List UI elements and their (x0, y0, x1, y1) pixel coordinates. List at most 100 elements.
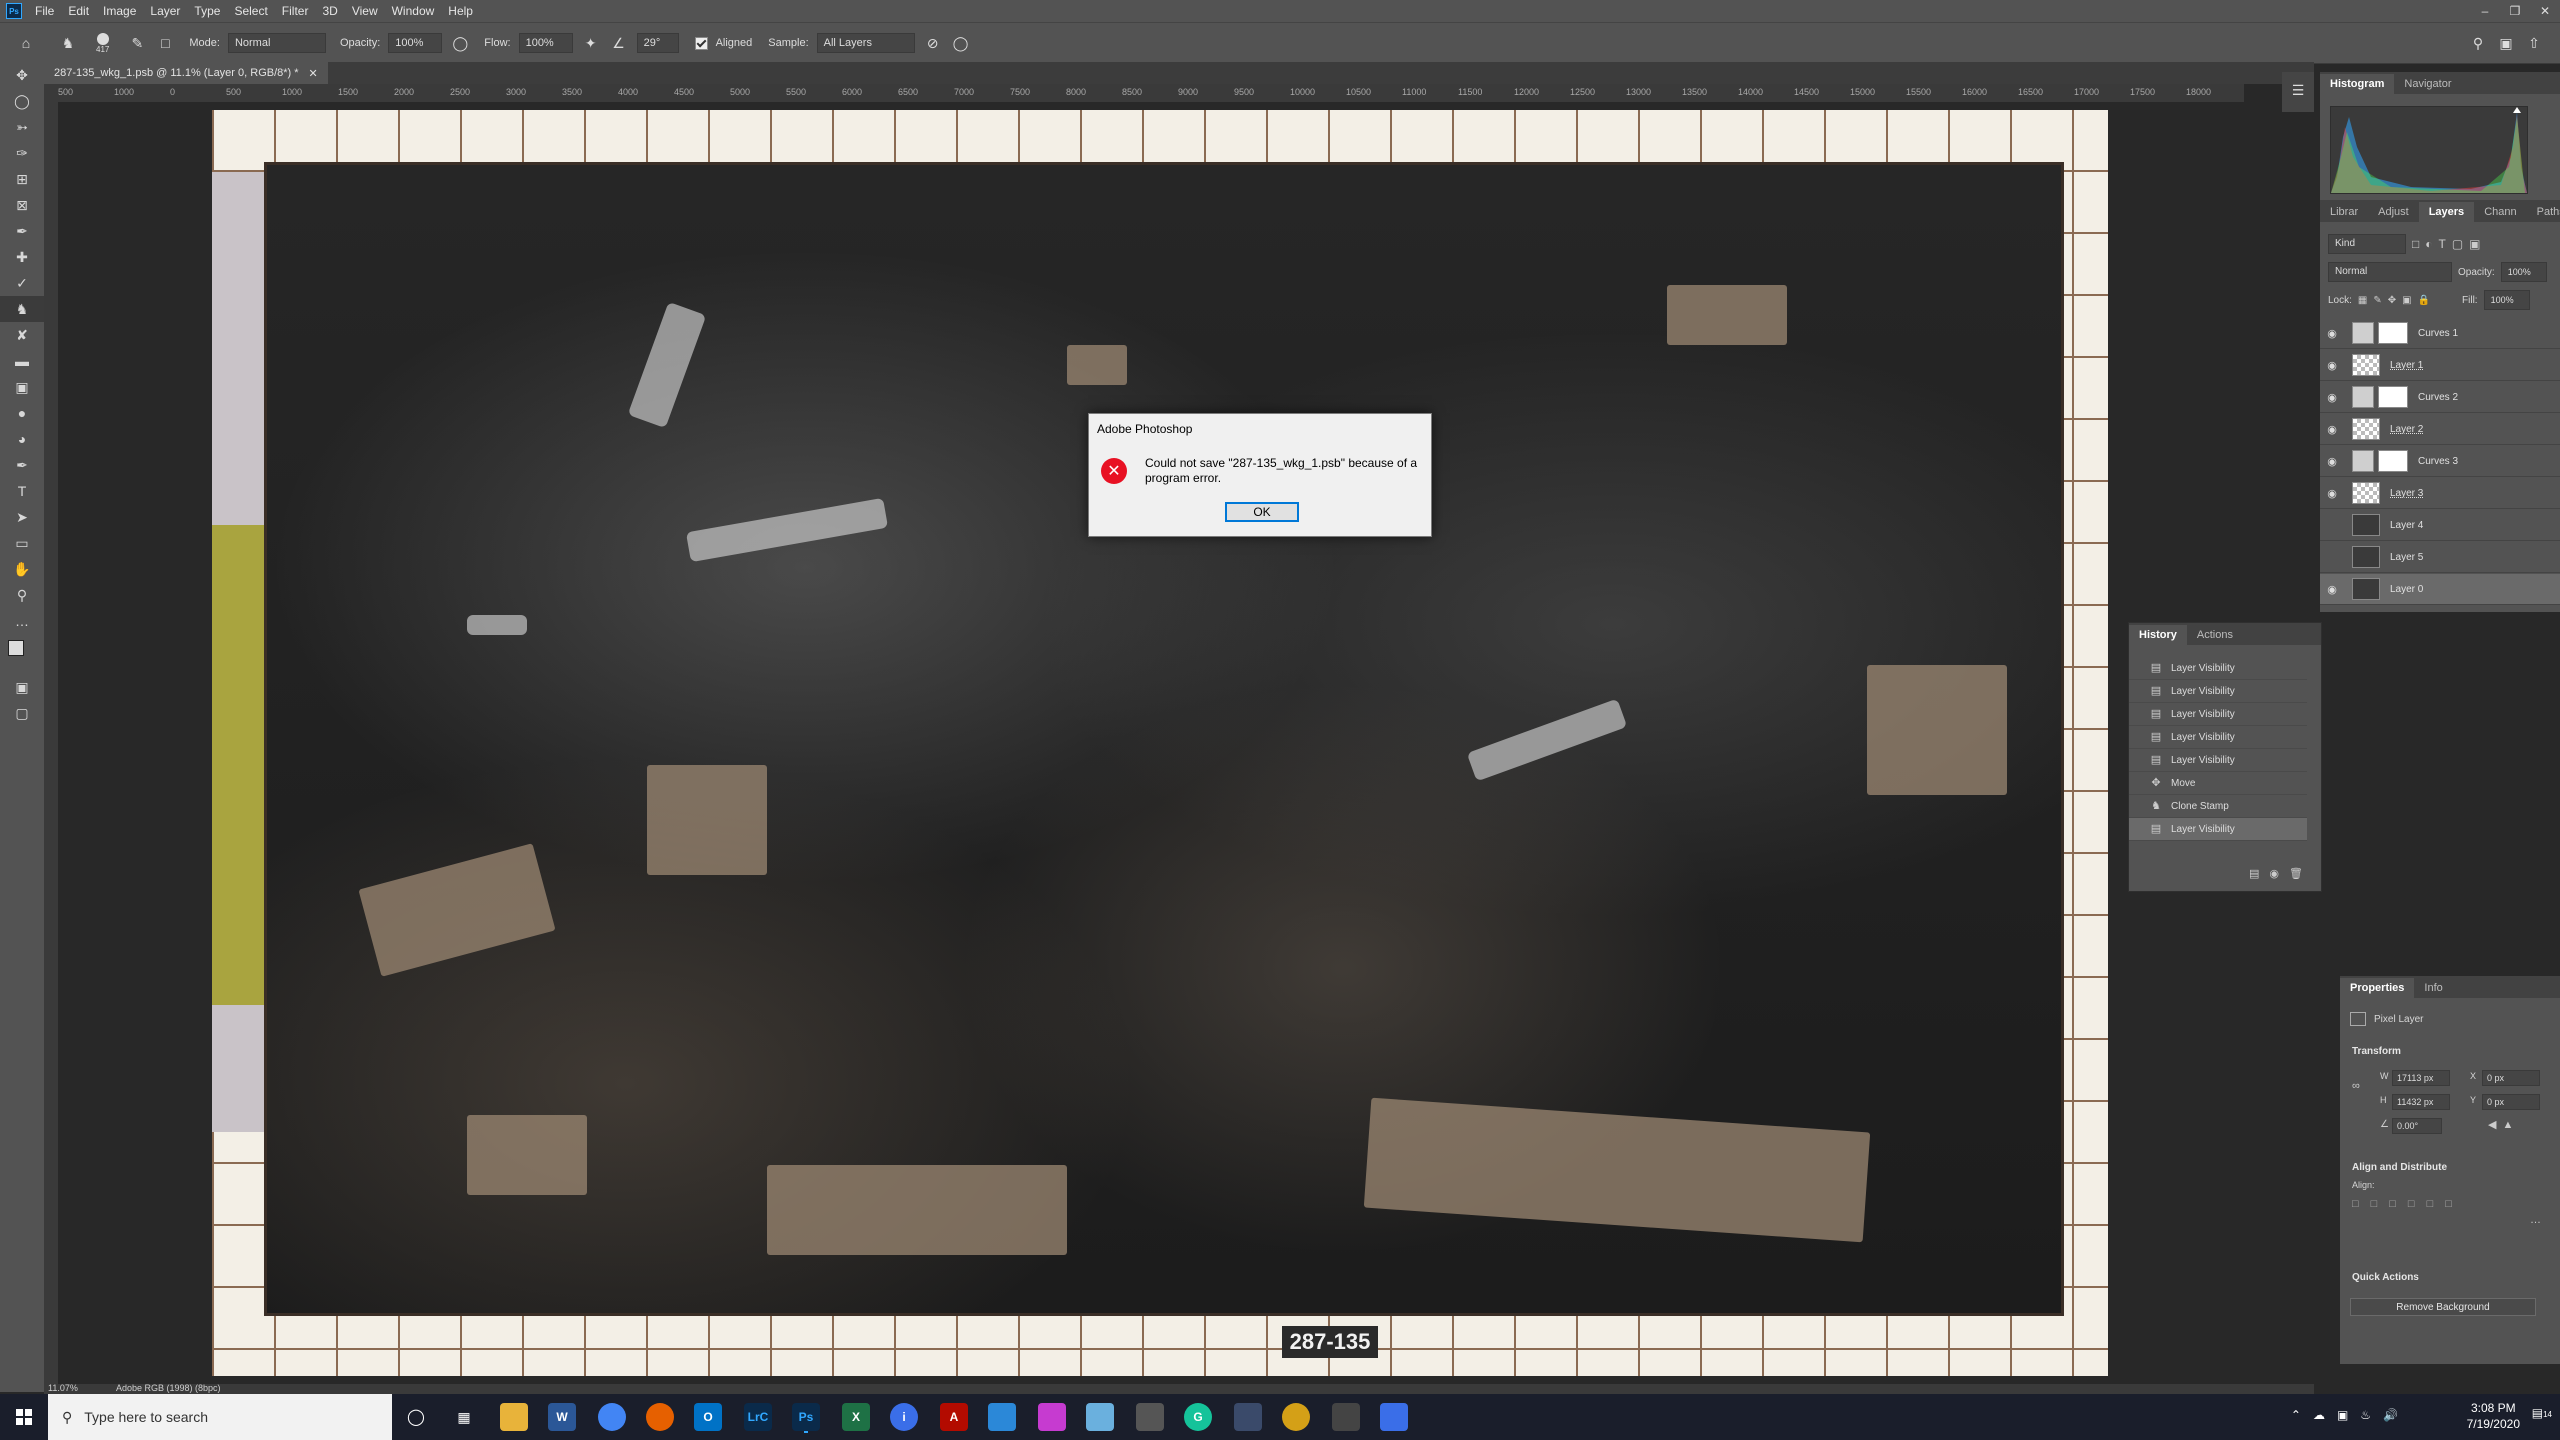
flow-field[interactable]: 100% (518, 33, 573, 53)
tab-paths[interactable]: Paths (2527, 202, 2560, 222)
tab-properties[interactable]: Properties (2340, 978, 2415, 998)
close-icon[interactable]: ✕ (2530, 0, 2560, 22)
more-tools-icon[interactable]: … (0, 608, 44, 634)
grammarly-icon[interactable]: G (1184, 1403, 1212, 1431)
eye-icon[interactable]: ◉ (2320, 327, 2344, 340)
eyedropper-tool-icon[interactable]: ✒ (0, 218, 44, 244)
history-item[interactable]: ✥ Move (2129, 772, 2307, 795)
pressure-size-icon[interactable]: ◯ (951, 33, 971, 53)
layer-row[interactable]: Layer 4 (2320, 510, 2560, 541)
hand-tool-icon[interactable]: ✋ (0, 556, 44, 582)
foreground-color-swatch[interactable] (8, 640, 24, 656)
share-icon[interactable]: ⇧ (2524, 33, 2544, 53)
eye-icon[interactable]: ◉ (2320, 583, 2344, 596)
menu-select[interactable]: Select (227, 0, 274, 22)
history-item[interactable]: ♞ Clone Stamp (2129, 795, 2307, 818)
menu-image[interactable]: Image (96, 0, 143, 22)
history-item-selected[interactable]: ▤ Layer Visibility (2129, 818, 2307, 841)
menu-3d[interactable]: 3D (315, 0, 344, 22)
crop-tool-icon[interactable]: ⊞ (0, 166, 44, 192)
menu-type[interactable]: Type (187, 0, 227, 22)
remove-background-button[interactable]: Remove Background (2350, 1298, 2536, 1316)
tab-histogram[interactable]: Histogram (2320, 74, 2395, 94)
marquee-tool-icon[interactable]: ◯ (0, 88, 44, 114)
app-icon[interactable]: i (890, 1403, 918, 1431)
task-view-icon[interactable]: ▦ (450, 1403, 478, 1431)
dodge-tool-icon[interactable]: ◕ (0, 426, 44, 452)
color-swatches[interactable] (0, 634, 44, 674)
lock-icons[interactable]: ▦✎✥▣🔒 (2358, 295, 2436, 306)
eye-icon[interactable]: ◉ (2320, 359, 2344, 372)
frame-tool-icon[interactable]: ⊠ (0, 192, 44, 218)
brush-settings-icon[interactable]: ✎ (127, 33, 147, 53)
app-icon[interactable] (1234, 1403, 1262, 1431)
width-field[interactable]: 17113 px (2392, 1070, 2450, 1086)
tab-channels[interactable]: Chann (2474, 202, 2526, 222)
sample-select[interactable]: All Layers (816, 33, 915, 53)
word-icon[interactable]: W (548, 1403, 576, 1431)
tab-layers[interactable]: Layers (2418, 202, 2475, 222)
quick-mask-icon[interactable]: ▣ (0, 674, 44, 700)
ignore-adjustment-layers-icon[interactable]: ⊘ (923, 33, 943, 53)
layer-row[interactable]: ◉ Curves 3 (2320, 446, 2560, 477)
search-icon[interactable]: ⚲ (2468, 33, 2488, 53)
tab-history[interactable]: History (2129, 625, 2187, 645)
zoom-level[interactable]: 11.07% (48, 1383, 78, 1393)
photoshop-taskbar-icon[interactable]: Ps (792, 1403, 820, 1431)
eye-icon[interactable]: ◉ (2320, 423, 2344, 436)
menu-file[interactable]: File (28, 0, 61, 22)
clone-source-icon[interactable]: □ (155, 33, 175, 53)
screen-mode-icon[interactable]: ▢ (0, 700, 44, 726)
history-item[interactable]: ▤ Layer Visibility (2129, 657, 2307, 680)
angle-field[interactable]: 29° (636, 33, 679, 53)
layer-row[interactable]: ◉ Layer 1 (2320, 350, 2560, 381)
link-icon[interactable]: ∞ (2352, 1080, 2360, 1092)
history-brush-tool-icon[interactable]: ✘ (0, 322, 44, 348)
menu-filter[interactable]: Filter (275, 0, 316, 22)
history-item[interactable]: ▤ Layer Visibility (2129, 749, 2307, 772)
firefox-icon[interactable] (646, 1403, 674, 1431)
menu-layer[interactable]: Layer (143, 0, 187, 22)
history-item[interactable]: ▤ Layer Visibility (2129, 726, 2307, 749)
app-icon[interactable] (1282, 1403, 1310, 1431)
blur-tool-icon[interactable]: ● (0, 400, 44, 426)
notification-icon[interactable]: ▤14 (2532, 1406, 2552, 1420)
gradient-tool-icon[interactable]: ▣ (0, 374, 44, 400)
layer-row[interactable]: ◉ Layer 2 (2320, 414, 2560, 445)
layer-row[interactable]: Layer 5 (2320, 542, 2560, 573)
layer-row[interactable]: ◉ Curves 1 (2320, 318, 2560, 349)
brush-tool-icon[interactable]: ✓ (0, 270, 44, 296)
pen-tool-icon[interactable]: ✒ (0, 452, 44, 478)
history-item[interactable]: ▤ Layer Visibility (2129, 703, 2307, 726)
airbrush-icon[interactable]: ✦ (581, 33, 601, 53)
zoom-tool-icon[interactable]: ⚲ (0, 582, 44, 608)
menu-view[interactable]: View (345, 0, 385, 22)
x-field[interactable]: 0 px (2482, 1070, 2540, 1086)
layer-row[interactable]: ◉ Layer 3 (2320, 478, 2560, 509)
home-icon[interactable]: ⌂ (16, 33, 36, 53)
file-explorer-icon[interactable] (500, 1403, 528, 1431)
layer-filter-kind[interactable]: Kind (2328, 234, 2406, 254)
app-icon[interactable] (1332, 1403, 1360, 1431)
brush-preset-picker[interactable]: 417 (96, 32, 109, 54)
calculator-icon[interactable] (1380, 1403, 1408, 1431)
type-tool-icon[interactable]: T (0, 478, 44, 504)
lasso-tool-icon[interactable]: ➳ (0, 114, 44, 140)
excel-icon[interactable]: X (842, 1403, 870, 1431)
fill-field[interactable]: 100% (2483, 290, 2530, 310)
start-button[interactable] (0, 1394, 48, 1440)
blend-mode-select[interactable]: Normal (2328, 262, 2452, 282)
document-close-icon[interactable]: ✕ (309, 67, 318, 80)
tab-actions[interactable]: Actions (2187, 625, 2243, 645)
cortana-icon[interactable]: ◯ (402, 1403, 430, 1431)
app-icon[interactable] (1136, 1403, 1164, 1431)
menu-window[interactable]: Window (385, 0, 442, 22)
rectangle-tool-icon[interactable]: ▭ (0, 530, 44, 556)
pressure-opacity-icon[interactable]: ◯ (450, 33, 470, 53)
align-section-title[interactable]: Align and Distribute (2352, 1162, 2447, 1173)
tab-adjustments[interactable]: Adjust (2368, 202, 2419, 222)
move-tool-icon[interactable]: ✥ (0, 62, 44, 88)
restore-icon[interactable]: ❐ (2500, 0, 2530, 22)
lightroom-classic-icon[interactable]: LrC (744, 1403, 772, 1431)
y-field[interactable]: 0 px (2482, 1094, 2540, 1110)
